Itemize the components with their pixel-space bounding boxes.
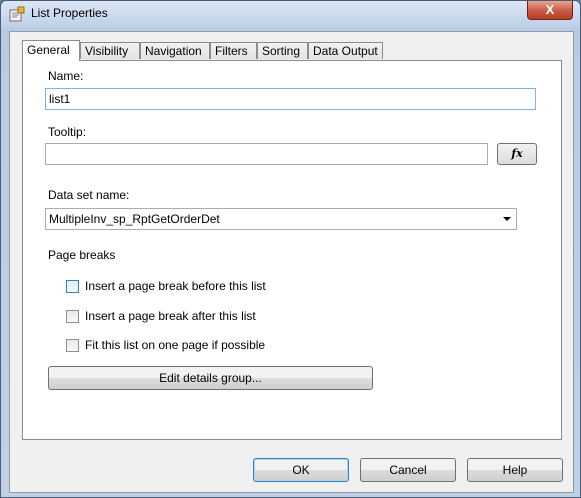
tab-label: Filters xyxy=(215,44,248,58)
tab-label: Sorting xyxy=(262,44,301,58)
close-button[interactable]: X xyxy=(527,1,573,20)
name-label: Name: xyxy=(48,69,84,83)
general-tab-panel: Name: list1 Tooltip: fx Data set name: M… xyxy=(22,60,562,440)
tab-visibility[interactable]: Visibility xyxy=(80,42,140,59)
tab-data-output[interactable]: Data Output xyxy=(308,42,383,59)
edit-details-group-button[interactable]: Edit details group... xyxy=(48,366,373,390)
expression-button[interactable]: fx xyxy=(497,143,537,165)
chevron-down-icon xyxy=(503,217,511,221)
fit-one-page-label[interactable]: Fit this list on one page if possible xyxy=(85,338,265,352)
dataset-label: Data set name: xyxy=(48,188,130,202)
fx-icon: fx xyxy=(511,147,523,160)
dataset-value: MultipleInv_sp_RptGetOrderDet xyxy=(49,212,220,226)
tooltip-label: Tooltip: xyxy=(48,125,87,139)
dialog-client-area: General Visibility Navigation Filters So… xyxy=(9,31,574,493)
properties-icon xyxy=(9,6,25,22)
fit-one-page-checkbox[interactable] xyxy=(66,339,79,352)
dataset-select[interactable]: MultipleInv_sp_RptGetOrderDet xyxy=(45,208,517,230)
close-icon: X xyxy=(545,2,555,17)
title-bar[interactable]: List Properties X xyxy=(1,1,580,27)
page-break-before-checkbox[interactable] xyxy=(66,280,79,293)
name-input[interactable]: list1 xyxy=(45,88,536,110)
tab-sorting[interactable]: Sorting xyxy=(257,42,308,59)
cancel-button[interactable]: Cancel xyxy=(360,458,456,482)
page-breaks-heading: Page breaks xyxy=(48,248,116,262)
tab-label: Visibility xyxy=(85,44,129,58)
page-break-before-label[interactable]: Insert a page break before this list xyxy=(85,279,266,293)
page-break-after-label[interactable]: Insert a page break after this list xyxy=(85,309,256,323)
tab-general[interactable]: General xyxy=(22,40,80,61)
help-button[interactable]: Help xyxy=(467,458,563,482)
ok-button[interactable]: OK xyxy=(253,458,349,482)
tooltip-input[interactable] xyxy=(45,143,488,165)
tab-filters[interactable]: Filters xyxy=(210,42,257,59)
dialog-window: List Properties X General Visibility Nav… xyxy=(0,0,581,498)
page-break-after-checkbox[interactable] xyxy=(66,310,79,323)
tab-label: Navigation xyxy=(145,44,202,58)
tab-navigation[interactable]: Navigation xyxy=(140,42,210,59)
tab-label: Data Output xyxy=(313,44,378,58)
window-title: List Properties xyxy=(31,6,108,20)
tab-label: General xyxy=(27,43,70,57)
